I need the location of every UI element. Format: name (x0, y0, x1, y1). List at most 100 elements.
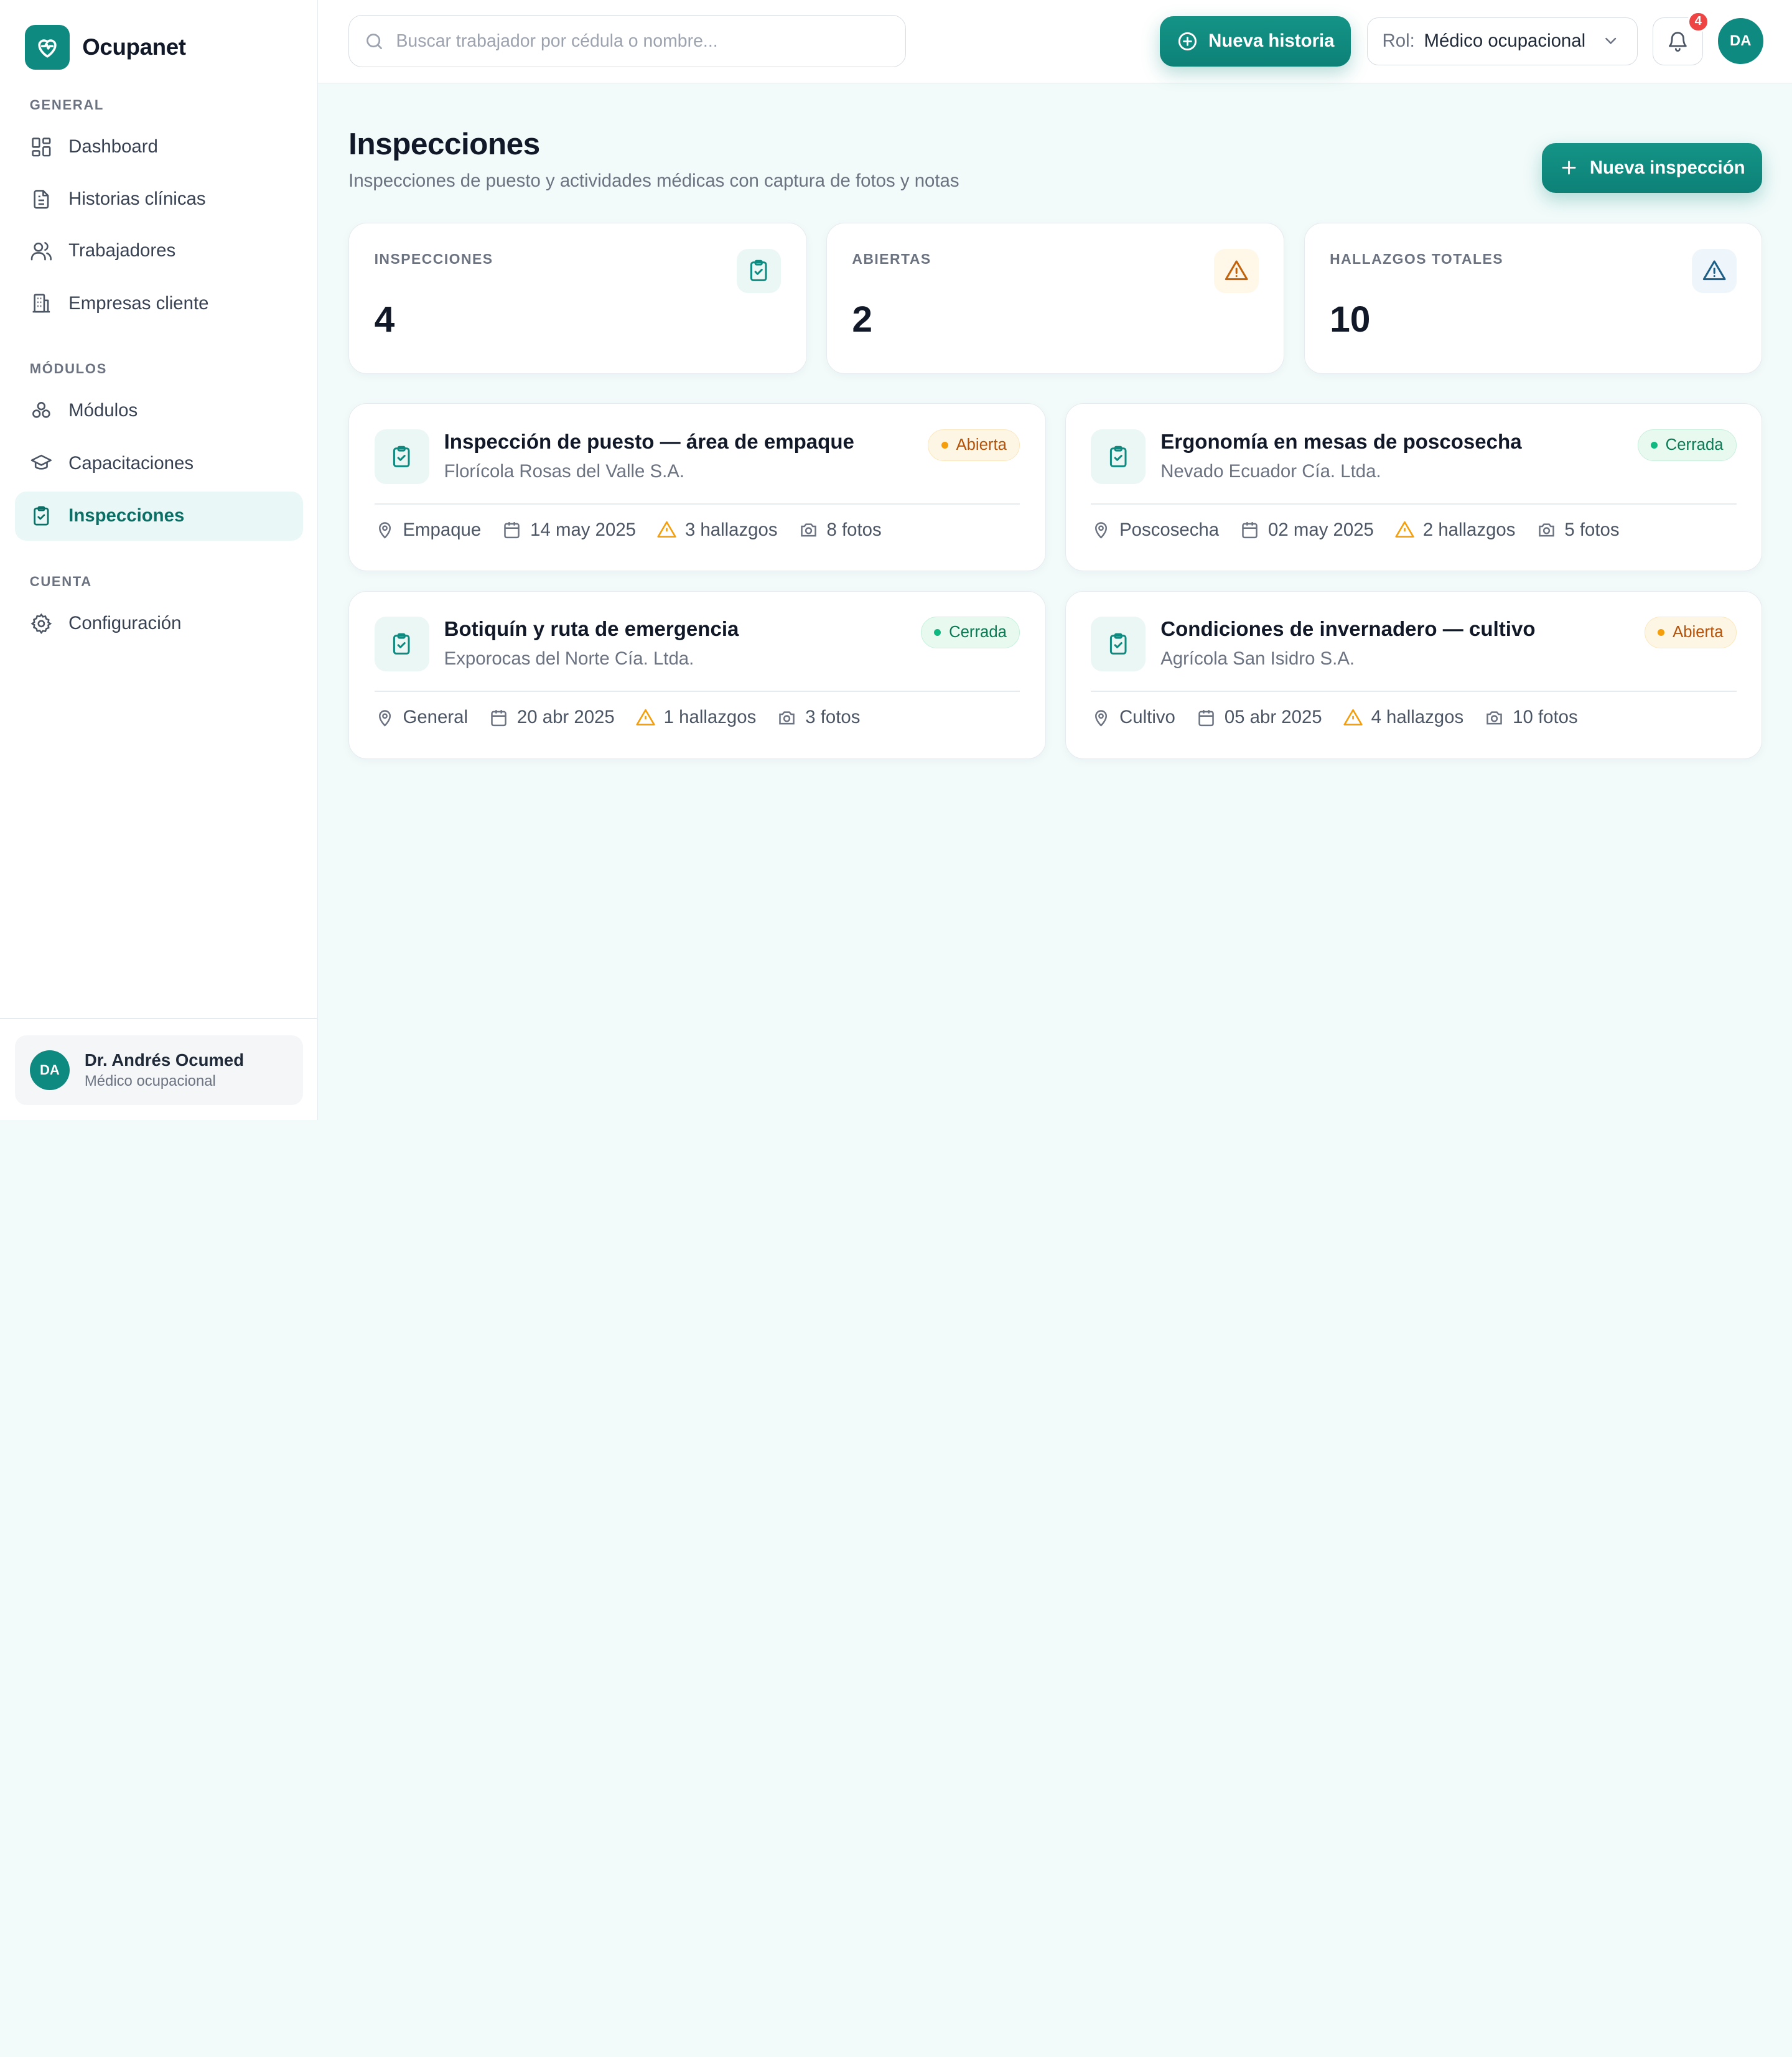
role-value: Médico ocupacional (1424, 30, 1586, 52)
stat-value: 2 (852, 299, 873, 340)
inspection-company: Nevado Ecuador Cía. Ltda. (1160, 461, 1381, 482)
camera-icon (779, 711, 795, 724)
status-badge: Abierta (928, 429, 1020, 462)
section-cuenta: CUENTA (29, 574, 92, 590)
divider (374, 503, 1020, 505)
app: Ocupanet GENERAL Dashboard Historias clí… (0, 0, 1792, 1120)
clipboard-check-icon (374, 429, 429, 484)
inspection-meta: Poscosecha 02 may 2025 2 hallazgos 5 fot… (1091, 519, 1620, 541)
sidebar-item-modulos[interactable]: Módulos (15, 386, 303, 436)
inspection-company: Agrícola San Isidro S.A. (1160, 648, 1355, 669)
calendar-icon (491, 709, 506, 726)
inspection-card[interactable]: Botiquín y ruta de emergencia Exporocas … (348, 590, 1046, 759)
divider (1091, 503, 1737, 505)
stat-card-inspecciones: INSPECCIONES 4 (348, 223, 807, 374)
sidebar-item-trabajadores[interactable]: Trabajadores (15, 226, 303, 276)
inspection-card[interactable]: Condiciones de invernadero — cultivo Agr… (1065, 590, 1763, 759)
new-inspection-label: Nueva inspección (1589, 157, 1745, 178)
status-badge: Cerrada (921, 616, 1020, 649)
camera-icon (800, 523, 816, 537)
sidebar-item-empresas[interactable]: Empresas cliente (15, 279, 303, 328)
warning-icon (636, 709, 655, 725)
calendar-icon (1242, 522, 1258, 539)
warning-icon (1343, 709, 1363, 725)
warning-icon (1214, 248, 1259, 294)
building-icon (32, 294, 50, 313)
stat-label: HALLAZGOS TOTALES (1330, 251, 1504, 268)
inspection-area: Poscosecha (1119, 519, 1220, 540)
notifications-button[interactable]: 4 (1652, 11, 1709, 65)
topbar: Nueva historia Rol: Médico ocupacional 4… (317, 0, 1792, 84)
sidebar-divider (0, 1018, 317, 1020)
sidebar-item-inspecciones[interactable]: Inspecciones (14, 491, 303, 541)
inspection-meta: General 20 abr 2025 1 hallazgos 3 fotos (375, 707, 860, 728)
inspection-photos: 10 fotos (1513, 707, 1578, 728)
inspection-meta: Cultivo 05 abr 2025 4 hallazgos 10 fotos (1091, 707, 1578, 728)
sidebar-item-historias[interactable]: Historias clínicas (15, 175, 303, 224)
plus-icon (1562, 161, 1576, 175)
inspection-date: 05 abr 2025 (1224, 707, 1322, 728)
dashboard-icon (32, 137, 51, 157)
page-subtitle: Inspecciones de puesto y actividades méd… (348, 170, 959, 191)
new-inspection-button[interactable]: Nueva inspección (1541, 142, 1763, 194)
camera-icon (1538, 523, 1554, 537)
inspection-title: Botiquín y ruta de emergencia (444, 617, 739, 641)
role-prefix: Rol: (1382, 30, 1415, 52)
camera-icon (1486, 711, 1503, 724)
location-pin-icon (378, 709, 391, 727)
calendar-icon (504, 522, 520, 539)
sidebar: Ocupanet GENERAL Dashboard Historias clí… (0, 0, 318, 1120)
divider (374, 691, 1020, 693)
inspection-date: 14 may 2025 (530, 519, 636, 540)
user-card[interactable]: DA Dr. Andrés Ocumed Médico ocupacional (14, 1035, 303, 1106)
inspection-area: Cultivo (1119, 707, 1175, 728)
inspection-findings: 3 hallazgos (684, 519, 778, 540)
clipboard-check-icon (1091, 616, 1146, 672)
inspection-card[interactable]: Ergonomía en mesas de poscosecha Nevado … (1065, 403, 1763, 572)
calendar-icon (1198, 709, 1214, 726)
sidebar-item-label: Historias clínicas (68, 189, 206, 210)
inspection-photos: 5 fotos (1564, 519, 1620, 540)
stat-card-abiertas: ABIERTAS 2 (826, 223, 1285, 374)
divider (1091, 691, 1737, 693)
inspection-area: Empaque (403, 519, 482, 540)
stat-label: INSPECCIONES (374, 251, 493, 268)
stat-value: 4 (374, 299, 395, 340)
sidebar-item-label: Capacitaciones (68, 452, 194, 473)
inspection-title: Ergonomía en mesas de poscosecha (1160, 430, 1522, 454)
brand-name: Ocupanet (82, 34, 186, 60)
inspection-date: 20 abr 2025 (516, 707, 615, 728)
new-history-label: Nueva historia (1208, 30, 1335, 52)
clipboard-check-icon (736, 248, 782, 294)
user-role: Médico ocupacional (84, 1072, 216, 1089)
brand[interactable]: Ocupanet (25, 25, 186, 70)
sidebar-item-capacitaciones[interactable]: Capacitaciones (15, 439, 303, 488)
inspection-title: Condiciones de invernadero — cultivo (1160, 617, 1536, 641)
inspection-card[interactable]: Inspección de puesto — área de empaque F… (348, 403, 1046, 572)
inspection-company: Florícola Rosas del Valle S.A. (444, 461, 685, 482)
clipboard-check-icon (34, 506, 49, 526)
sidebar-item-label: Dashboard (68, 136, 158, 157)
sidebar-item-label: Trabajadores (68, 240, 176, 261)
document-icon (34, 190, 49, 209)
inspection-findings: 4 hallazgos (1371, 707, 1464, 728)
status-badge: Cerrada (1637, 429, 1737, 462)
chevron-down-icon (1605, 38, 1617, 45)
location-pin-icon (378, 522, 391, 539)
search-icon (366, 33, 382, 49)
inspection-photos: 8 fotos (826, 519, 882, 540)
avatar[interactable]: DA (1717, 18, 1763, 64)
search-input[interactable] (396, 30, 876, 52)
status-badge: Abierta (1645, 616, 1737, 649)
sidebar-item-dashboard[interactable]: Dashboard (15, 123, 303, 172)
sidebar-item-configuracion[interactable]: Configuración (15, 599, 303, 648)
sidebar-item-label: Inspecciones (68, 505, 185, 526)
avatar: DA (29, 1050, 70, 1091)
role-select[interactable]: Rol: Médico ocupacional (1366, 17, 1638, 65)
inspection-findings: 2 hallazgos (1422, 519, 1516, 540)
search-box[interactable] (348, 14, 907, 68)
main-content: Nueva historia Rol: Médico ocupacional 4… (317, 0, 1792, 1120)
sidebar-item-label: Módulos (68, 400, 138, 421)
location-pin-icon (1095, 709, 1108, 727)
new-history-button[interactable]: Nueva historia (1160, 16, 1351, 67)
